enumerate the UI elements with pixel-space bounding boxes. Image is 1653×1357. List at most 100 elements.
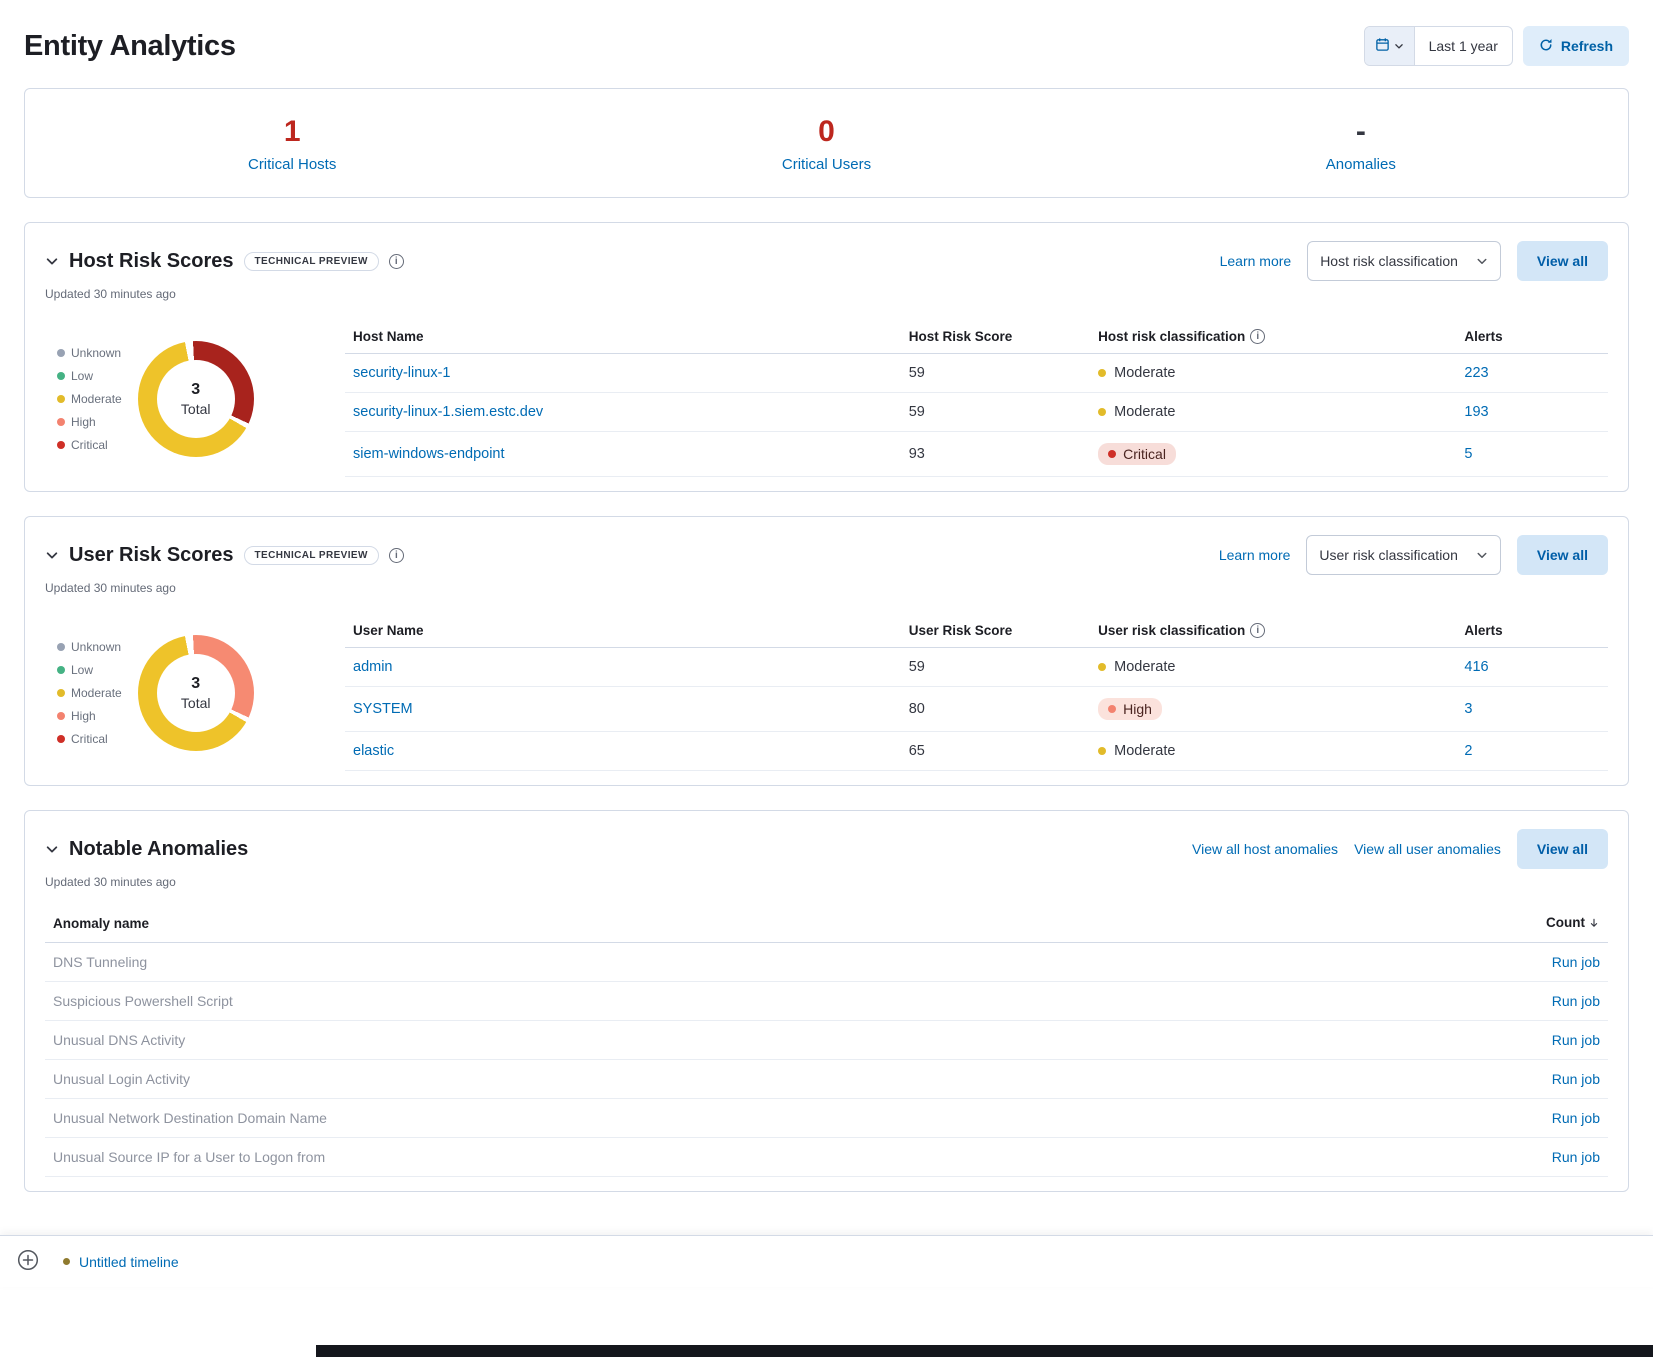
user-risk-classification-select[interactable]: User risk classification bbox=[1306, 535, 1500, 575]
risk-classification: Moderate bbox=[1098, 365, 1175, 381]
host-risk-score: 59 bbox=[901, 354, 1090, 393]
alerts-count-link[interactable]: 223 bbox=[1464, 365, 1488, 381]
alerts-count-link[interactable]: 416 bbox=[1464, 659, 1488, 675]
host-name-link[interactable]: security-linux-1.siem.estc.dev bbox=[353, 404, 543, 420]
run-job-link[interactable]: Run job bbox=[1552, 993, 1600, 1009]
user-name-link[interactable]: SYSTEM bbox=[353, 701, 413, 717]
alerts-count-link[interactable]: 3 bbox=[1464, 701, 1472, 717]
calendar-button[interactable] bbox=[1365, 27, 1415, 65]
host-name-link[interactable]: security-linux-1 bbox=[353, 365, 451, 381]
legend-item-low: Low bbox=[57, 369, 122, 383]
alerts-count-link[interactable]: 5 bbox=[1464, 446, 1472, 462]
info-icon[interactable]: i bbox=[389, 254, 404, 269]
collapse-chevron-icon[interactable] bbox=[45, 842, 59, 856]
list-item: Unusual Source IP for a User to Logon fr… bbox=[45, 1138, 1608, 1177]
host-risk-panel: Host Risk Scores TECHNICAL PREVIEW i Lea… bbox=[24, 222, 1629, 492]
timeline-toggle[interactable]: Untitled timeline bbox=[63, 1254, 179, 1270]
timeline-bottom-bar: Untitled timeline bbox=[0, 1235, 1653, 1287]
user-name-link[interactable]: elastic bbox=[353, 743, 394, 759]
high-dot bbox=[57, 712, 65, 720]
run-job-link[interactable]: Run job bbox=[1552, 1110, 1600, 1126]
user-name-link[interactable]: admin bbox=[353, 659, 393, 675]
info-icon[interactable]: i bbox=[1250, 329, 1265, 344]
host-risk-classification-select[interactable]: Host risk classification bbox=[1307, 241, 1501, 281]
anomalies-table: Anomaly name Count DNS Tunneling Run job… bbox=[45, 907, 1608, 1177]
anomalies-actions: View all host anomalies View all user an… bbox=[1192, 829, 1608, 869]
moderate-dot bbox=[1098, 663, 1106, 671]
info-icon[interactable]: i bbox=[389, 548, 404, 563]
host-risk-view-all-button[interactable]: View all bbox=[1517, 241, 1608, 281]
run-job-link[interactable]: Run job bbox=[1552, 1071, 1600, 1087]
date-range-value[interactable]: Last 1 year bbox=[1415, 27, 1512, 65]
moderate-dot bbox=[1098, 747, 1106, 755]
risk-classification: Moderate bbox=[1098, 404, 1175, 420]
list-item: Unusual Network Destination Domain Name … bbox=[45, 1099, 1608, 1138]
critical-hosts-link[interactable]: Critical Hosts bbox=[25, 156, 559, 173]
run-job-link[interactable]: Run job bbox=[1552, 1032, 1600, 1048]
high-dot bbox=[1108, 705, 1116, 713]
host-risk-body: Unknown Low Moderate High Critical 3 Tot… bbox=[45, 321, 1608, 477]
host-risk-score-header: Host Risk Score bbox=[901, 321, 1090, 354]
host-risk-donut-chart: 3 Total bbox=[138, 341, 254, 457]
critical-hosts-value: 1 bbox=[25, 115, 559, 148]
select-value: User risk classification bbox=[1319, 547, 1457, 563]
legend-item-critical: Critical bbox=[57, 732, 122, 746]
anomalies-title: Notable Anomalies bbox=[69, 838, 248, 861]
table-row: security-linux-1 59 Moderate 223 bbox=[345, 354, 1608, 393]
refresh-label: Refresh bbox=[1561, 38, 1613, 54]
critical-users-value: 0 bbox=[559, 115, 1093, 148]
timeline-title: Untitled timeline bbox=[79, 1254, 179, 1270]
table-row: elastic 65 Moderate 2 bbox=[345, 732, 1608, 771]
anomalies-link[interactable]: Anomalies bbox=[1094, 156, 1628, 173]
low-dot bbox=[57, 666, 65, 674]
add-timeline-button[interactable] bbox=[17, 1249, 39, 1274]
collapse-chevron-icon[interactable] bbox=[45, 254, 59, 268]
anomalies-title-group: Notable Anomalies bbox=[45, 838, 248, 861]
host-risk-classification-header: Host risk classificationi bbox=[1090, 321, 1456, 354]
anomaly-name: Unusual Network Destination Domain Name bbox=[45, 1099, 1304, 1138]
moderate-dot bbox=[1098, 369, 1106, 377]
run-job-link[interactable]: Run job bbox=[1552, 954, 1600, 970]
alerts-count-link[interactable]: 2 bbox=[1464, 743, 1472, 759]
critical-dot bbox=[57, 441, 65, 449]
anomaly-name: DNS Tunneling bbox=[45, 943, 1304, 982]
user-risk-panel: User Risk Scores TECHNICAL PREVIEW i Lea… bbox=[24, 516, 1629, 786]
user-risk-score: 80 bbox=[901, 687, 1090, 732]
table-row: admin 59 Moderate 416 bbox=[345, 648, 1608, 687]
calendar-icon bbox=[1375, 37, 1390, 55]
view-all-user-anomalies-link[interactable]: View all user anomalies bbox=[1354, 841, 1501, 857]
low-dot bbox=[57, 372, 65, 380]
legend-item-moderate: Moderate bbox=[57, 686, 122, 700]
table-row: siem-windows-endpoint 93 Critical 5 bbox=[345, 432, 1608, 477]
alerts-count-link[interactable]: 193 bbox=[1464, 404, 1488, 420]
user-risk-donut-chart: 3 Total bbox=[138, 635, 254, 751]
user-risk-score: 65 bbox=[901, 732, 1090, 771]
legend-item-unknown: Unknown bbox=[57, 640, 122, 654]
refresh-icon bbox=[1539, 38, 1553, 55]
anomaly-name: Unusual DNS Activity bbox=[45, 1021, 1304, 1060]
info-icon[interactable]: i bbox=[1250, 623, 1265, 638]
count-header[interactable]: Count bbox=[1304, 907, 1608, 943]
view-all-host-anomalies-link[interactable]: View all host anomalies bbox=[1192, 841, 1338, 857]
list-item: Unusual DNS Activity Run job bbox=[45, 1021, 1608, 1060]
refresh-button[interactable]: Refresh bbox=[1523, 26, 1629, 66]
unknown-dot bbox=[57, 643, 65, 651]
learn-more-link[interactable]: Learn more bbox=[1220, 253, 1292, 269]
run-job-link[interactable]: Run job bbox=[1552, 1149, 1600, 1165]
host-risk-title-group: Host Risk Scores TECHNICAL PREVIEW i bbox=[45, 250, 404, 273]
risk-legend: Unknown Low Moderate High Critical bbox=[57, 640, 122, 746]
host-risk-actions: Learn more Host risk classification View… bbox=[1220, 241, 1608, 281]
chevron-down-icon bbox=[1476, 549, 1488, 561]
kpi-critical-hosts: 1 Critical Hosts bbox=[25, 115, 559, 173]
user-risk-view-all-button[interactable]: View all bbox=[1517, 535, 1608, 575]
learn-more-link[interactable]: Learn more bbox=[1219, 547, 1291, 563]
donut-total: 3 bbox=[191, 379, 200, 401]
anomalies-view-all-button[interactable]: View all bbox=[1517, 829, 1608, 869]
taskbar-strip bbox=[316, 1345, 1653, 1357]
host-name-link[interactable]: siem-windows-endpoint bbox=[353, 446, 505, 462]
legend-item-unknown: Unknown bbox=[57, 346, 122, 360]
critical-users-link[interactable]: Critical Users bbox=[559, 156, 1093, 173]
collapse-chevron-icon[interactable] bbox=[45, 548, 59, 562]
legend-item-moderate: Moderate bbox=[57, 392, 122, 406]
legend-item-low: Low bbox=[57, 663, 122, 677]
